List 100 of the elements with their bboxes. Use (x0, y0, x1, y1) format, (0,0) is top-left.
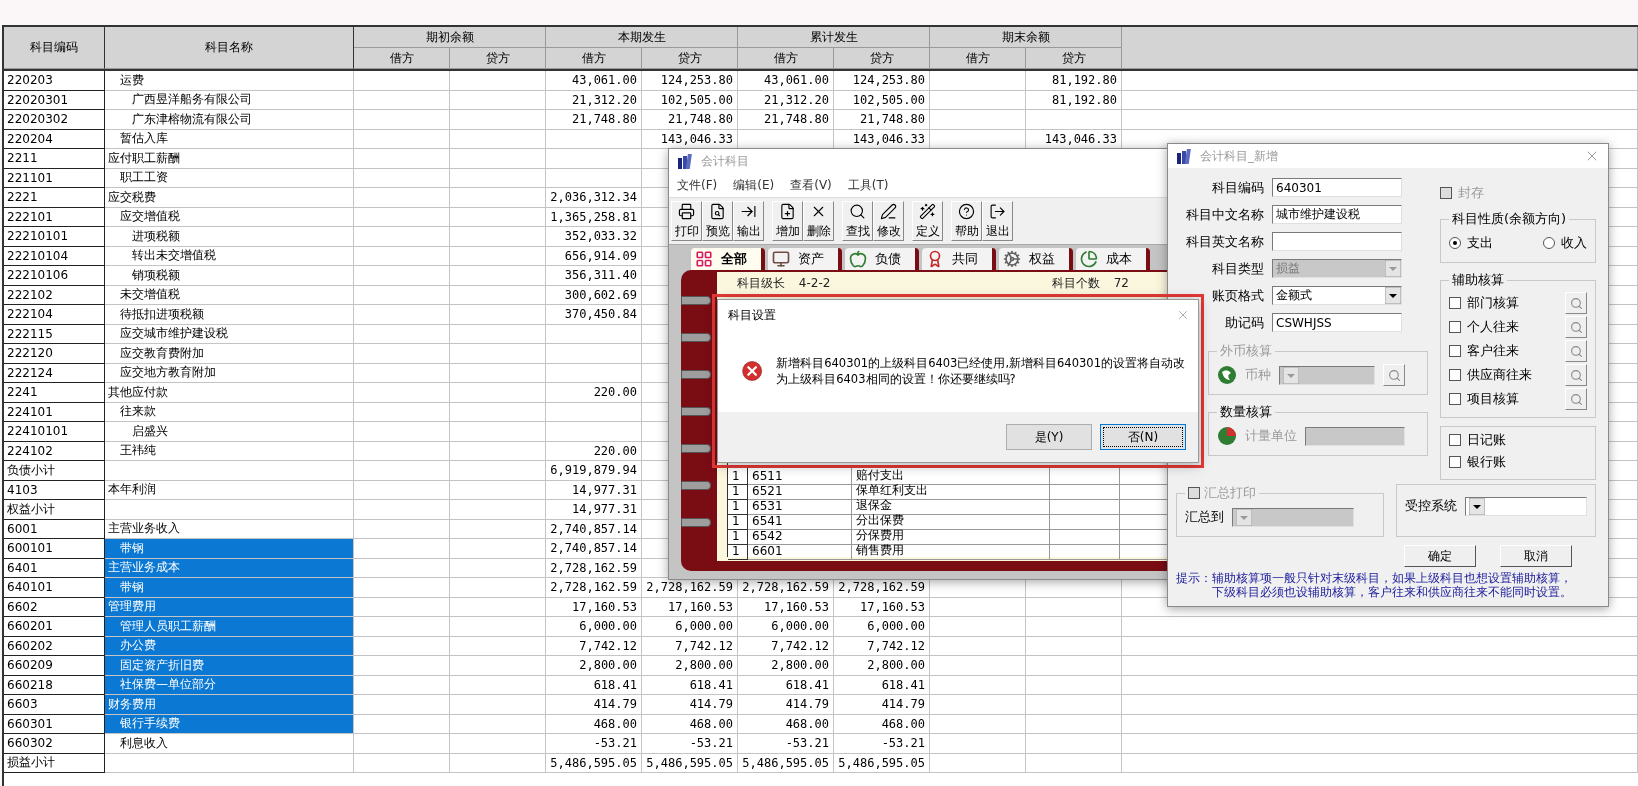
select-field[interactable] (1279, 365, 1375, 385)
question-icon (958, 203, 975, 220)
menu-item[interactable]: 文件(F) (677, 176, 718, 194)
search-button[interactable] (1565, 292, 1587, 314)
table-cell: 应付职工薪酬 (105, 149, 354, 169)
input-field[interactable]: 640301 (1272, 178, 1402, 197)
dialog-button[interactable]: 是(Y) (1006, 424, 1092, 450)
binder-ring (681, 296, 711, 305)
input-field[interactable]: 城市维护建设税 (1272, 205, 1402, 224)
toolbar-button[interactable]: 预览 (702, 201, 733, 241)
table-cell: 17,160.53 (642, 597, 738, 617)
select-field[interactable]: 金额式 (1272, 286, 1402, 305)
toolbar-button[interactable]: 退出 (982, 201, 1013, 241)
toolbar-button[interactable]: 输出 (733, 201, 764, 241)
radio-label: 收入 (1561, 234, 1587, 252)
dialog-button[interactable]: 否(N) (1100, 424, 1186, 450)
table-cell: 2,036,312.34 (546, 188, 642, 208)
tab[interactable]: 全部 (691, 248, 765, 270)
menu-item[interactable]: 编辑(E) (733, 176, 775, 194)
dialog-message: 新增科目640301的上级科目6403已经使用,新增科目640301的设置将自动改为上级科目6403相同的设置！你还要继续吗? (776, 355, 1186, 387)
wand-icon (919, 203, 936, 220)
toolbar-button[interactable]: 定义 (912, 201, 943, 241)
magnifier-page-icon (709, 203, 726, 220)
monitor-icon (772, 250, 790, 268)
table-cell: 1 (728, 527, 748, 545)
tab[interactable]: 资产 (768, 248, 842, 270)
printer-icon (678, 203, 695, 220)
dropdown-arrow-icon (1469, 497, 1485, 515)
table-cell: 应交地方教育附加 (105, 363, 354, 383)
menu-item[interactable]: 工具(T) (847, 176, 889, 194)
binder-ring (681, 518, 711, 527)
table-cell: 220204 (4, 129, 105, 149)
checkbox[interactable] (1449, 434, 1461, 446)
tab[interactable]: 共同 (922, 248, 996, 270)
checkbox[interactable] (1449, 393, 1461, 405)
dropdown-arrow-icon (1283, 366, 1299, 384)
toolbar-button[interactable]: 查找 (842, 201, 873, 241)
search-button[interactable] (1565, 340, 1587, 362)
search-button[interactable] (1383, 364, 1405, 386)
table-cell: 224102 (4, 441, 105, 461)
table-cell: 22020302 (4, 110, 105, 130)
table-cell: 2,728,162.59 (546, 558, 642, 578)
tab[interactable]: 权益 (999, 248, 1073, 270)
table-cell: 21,748.80 (738, 110, 834, 130)
table-cell: 固定资产折旧费 (105, 656, 354, 676)
table-cell: 应交税费 (105, 188, 354, 208)
search-button[interactable] (1565, 316, 1587, 338)
field-label: 计量单位 (1245, 427, 1297, 445)
checkbox[interactable] (1449, 369, 1461, 381)
search-button[interactable] (1565, 364, 1587, 386)
table-cell: 暂估入库 (105, 129, 354, 149)
toolbar-button[interactable]: 打印 (671, 201, 702, 241)
search-icon (1569, 320, 1583, 334)
close-button[interactable] (1176, 308, 1190, 322)
table-cell: 6,919,879.94 (546, 461, 642, 481)
column-header: 贷方 (834, 48, 930, 69)
table-cell: 6521 (748, 482, 852, 500)
checkbox[interactable] (1449, 321, 1461, 333)
table-cell: 21,748.80 (834, 110, 930, 130)
table-cell: 43,061.00 (738, 71, 834, 91)
checkbox-label: 个人往来 (1467, 318, 1519, 336)
dropdown-arrow-icon (1385, 260, 1401, 277)
dialog-button[interactable]: 取消 (1500, 545, 1572, 567)
table-cell: 124,253.80 (642, 71, 738, 91)
table-cell: 王祎纯 (105, 441, 354, 461)
table-cell: -53.21 (834, 734, 930, 754)
checkbox[interactable] (1449, 297, 1461, 309)
checkbox[interactable] (1449, 456, 1461, 468)
table-cell: 220.00 (546, 441, 642, 461)
table-cell: 414.79 (546, 695, 642, 715)
toolbar-button[interactable]: 增加 (772, 201, 803, 241)
radio-button[interactable] (1543, 237, 1555, 249)
radio-button[interactable] (1449, 237, 1461, 249)
table-cell: 352,033.32 (546, 227, 642, 247)
table-cell: 赔付支出 (852, 467, 1050, 485)
page-plus-icon (779, 203, 796, 220)
checkbox[interactable] (1449, 345, 1461, 357)
table-cell: 进项税额 (105, 227, 354, 247)
dialog-button[interactable]: 确定 (1404, 545, 1476, 567)
input-field[interactable]: CSWHJSS (1272, 313, 1402, 332)
tab[interactable]: 负债 (845, 248, 919, 270)
table-cell: 2,800.00 (738, 656, 834, 676)
select-field[interactable] (1465, 496, 1587, 516)
toolbar-button[interactable]: 帮助 (951, 201, 982, 241)
pie-icon (1217, 426, 1237, 446)
table-cell: 2221 (4, 188, 105, 208)
table-cell: 1 (728, 542, 748, 560)
tab[interactable]: 成本 (1076, 248, 1150, 270)
menu-item[interactable]: 查看(V) (790, 176, 832, 194)
toolbar-button[interactable]: 修改 (873, 201, 904, 241)
table-cell: 退保金 (852, 497, 1050, 515)
checkbox-label: 封存 (1458, 184, 1484, 202)
gear-icon (1003, 250, 1021, 268)
toolbar-button[interactable]: 删除 (803, 201, 834, 241)
select-field[interactable] (1232, 507, 1354, 527)
search-button[interactable] (1565, 388, 1587, 410)
table-cell: 22210104 (4, 246, 105, 266)
input-field[interactable] (1272, 232, 1402, 251)
table-cell: 2241 (4, 383, 105, 403)
table-cell: 广西昱洋船务有限公司 (105, 90, 354, 110)
